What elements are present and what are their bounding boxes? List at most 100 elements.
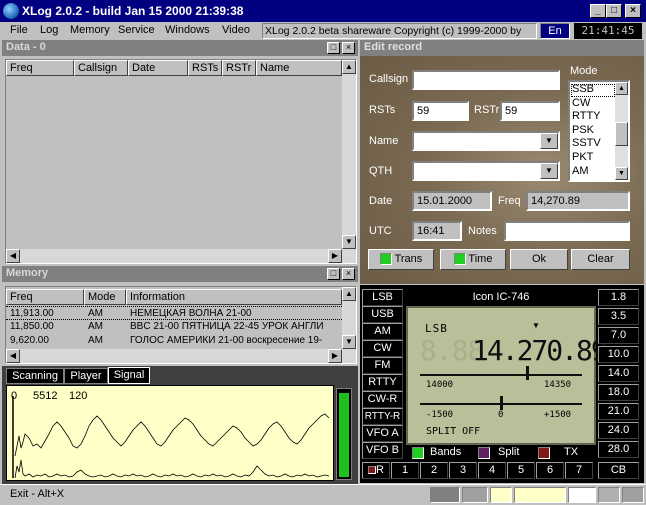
col-information[interactable]: Information xyxy=(126,289,342,305)
mode-option[interactable]: CW xyxy=(572,97,601,111)
mode-option[interactable]: AM xyxy=(572,165,601,179)
status-monitor-icon[interactable] xyxy=(598,487,620,503)
r-button[interactable]: R xyxy=(362,462,390,479)
utc-field[interactable]: 16:41 xyxy=(412,221,462,241)
status-blank-icon[interactable] xyxy=(568,487,596,503)
app-globe-icon[interactable] xyxy=(3,3,19,19)
freq-field[interactable]: 14,270.89 xyxy=(526,191,630,211)
scroll-right-icon[interactable]: ▶ xyxy=(328,249,342,263)
mode-lsb-button[interactable]: LSB xyxy=(362,289,403,306)
mode-cw-button[interactable]: CW xyxy=(362,340,403,357)
table-row[interactable]: 11,850.00 AM BBC 21-00 ПЯТНИЦА 22-45 УРО… xyxy=(6,320,342,334)
band-button[interactable]: 10.0 xyxy=(598,346,639,363)
col-callsign[interactable]: Callsign xyxy=(74,60,128,76)
status-indicator-icon[interactable] xyxy=(430,487,460,503)
minimize-button[interactable]: _ xyxy=(590,4,606,18)
horizontal-scrollbar[interactable]: ◀ ▶ xyxy=(6,349,342,363)
col-freq[interactable]: Freq xyxy=(6,289,84,305)
rsts-field[interactable]: 59 xyxy=(412,101,469,121)
col-date[interactable]: Date xyxy=(128,60,188,76)
language-indicator[interactable]: En xyxy=(540,23,570,39)
number-button[interactable]: 2 xyxy=(420,462,448,479)
tab-scanning[interactable]: Scanning xyxy=(6,368,64,384)
qth-dropdown-icon[interactable]: ▼ xyxy=(540,163,558,179)
restore-icon[interactable]: □ xyxy=(327,42,340,54)
vfo-a-button[interactable]: VFO A xyxy=(362,425,403,442)
number-button[interactable]: 5 xyxy=(507,462,535,479)
menu-service[interactable]: Service xyxy=(118,24,155,36)
status-signal-icon[interactable] xyxy=(514,487,566,503)
memory-grid[interactable]: Freq Mode Information 11,913.00 AM НЕМЕЦ… xyxy=(5,286,357,364)
mode-option[interactable]: PSK xyxy=(572,124,601,138)
table-row[interactable]: 11,913.00 AM НЕМЕЦКАЯ ВОЛНА 21-00 xyxy=(6,306,342,320)
band-button[interactable]: 7.0 xyxy=(598,327,639,344)
close-button[interactable]: × xyxy=(625,4,641,18)
data-grid[interactable]: Freq Callsign Date RSTs RSTr Name ▲ ▼ ◀ … xyxy=(5,59,357,264)
trans-button[interactable]: Trans xyxy=(368,249,434,270)
status-log-icon[interactable] xyxy=(490,487,512,503)
number-button[interactable]: 6 xyxy=(536,462,564,479)
number-button[interactable]: 7 xyxy=(565,462,593,479)
scroll-down-icon[interactable]: ▼ xyxy=(342,335,356,349)
scroll-right-icon[interactable]: ▶ xyxy=(328,349,342,363)
qth-combobox[interactable] xyxy=(412,161,560,181)
split-toggle[interactable]: Split xyxy=(498,446,519,458)
band-button[interactable]: 1.8 xyxy=(598,289,639,306)
col-mode[interactable]: Mode xyxy=(84,289,126,305)
mode-option[interactable]: SSTV xyxy=(572,137,601,151)
number-button[interactable]: 4 xyxy=(478,462,506,479)
band-button[interactable]: 18.0 xyxy=(598,384,639,401)
tab-signal[interactable]: Signal xyxy=(108,367,150,384)
bands-toggle[interactable]: Bands xyxy=(430,446,461,458)
tab-player[interactable]: Player xyxy=(64,368,108,384)
number-button[interactable]: 1 xyxy=(391,462,419,479)
maximize-button[interactable]: □ xyxy=(606,4,622,18)
band-button[interactable]: 28.0 xyxy=(598,441,639,458)
scroll-down-icon[interactable]: ▼ xyxy=(342,235,356,249)
ok-button[interactable]: Ok xyxy=(510,249,568,270)
col-freq[interactable]: Freq xyxy=(6,60,74,76)
table-row[interactable]: 9,620.00 AM ГОЛОС АМЕРИКИ 21-00 воскресе… xyxy=(6,334,342,348)
vfo-b-button[interactable]: VFO B xyxy=(362,442,403,459)
close-icon[interactable]: × xyxy=(342,268,355,280)
col-rstr[interactable]: RSTr xyxy=(222,60,256,76)
scroll-up-icon[interactable]: ▲ xyxy=(342,287,356,301)
menu-log[interactable]: Log xyxy=(40,24,58,36)
menu-windows[interactable]: Windows xyxy=(165,24,210,36)
scroll-up-icon[interactable]: ▲ xyxy=(342,60,356,74)
rstr-field[interactable]: 59 xyxy=(500,101,560,121)
restore-icon[interactable]: □ xyxy=(327,268,340,280)
bands-led-icon[interactable] xyxy=(412,447,424,459)
time-button[interactable]: Time xyxy=(440,249,506,270)
notes-field[interactable] xyxy=(504,221,630,241)
signal-spectrum[interactable]: 0 5512 120 xyxy=(6,385,334,481)
menu-memory[interactable]: Memory xyxy=(70,24,110,36)
mode-usb-button[interactable]: USB xyxy=(362,306,403,323)
status-grid-icon[interactable] xyxy=(462,487,488,503)
vertical-scrollbar[interactable]: ▲ ▼ xyxy=(342,60,356,263)
vertical-scrollbar[interactable]: ▲ ▼ xyxy=(342,287,356,363)
band-button[interactable]: 3.5 xyxy=(598,308,639,325)
status-window-icon[interactable] xyxy=(622,487,644,503)
mode-option[interactable]: PKT xyxy=(572,151,601,165)
scroll-left-icon[interactable]: ◀ xyxy=(6,249,20,263)
number-button[interactable]: 3 xyxy=(449,462,477,479)
mode-option[interactable]: RTTY xyxy=(572,110,601,124)
mode-fm-button[interactable]: FM xyxy=(362,357,403,374)
mode-am-button[interactable]: AM xyxy=(362,323,403,340)
menu-file[interactable]: File xyxy=(10,24,28,36)
scroll-left-icon[interactable]: ◀ xyxy=(6,349,20,363)
col-name[interactable]: Name xyxy=(256,60,342,76)
mode-scrollbar[interactable]: ▲ ▼ xyxy=(615,82,628,180)
clear-button[interactable]: Clear xyxy=(571,249,630,270)
col-rsts[interactable]: RSTs xyxy=(188,60,222,76)
callsign-field[interactable] xyxy=(412,70,560,90)
tx-toggle[interactable]: TX xyxy=(564,446,578,458)
mode-option[interactable]: SSB xyxy=(572,83,601,97)
name-combobox[interactable] xyxy=(412,131,560,151)
menu-video[interactable]: Video xyxy=(222,24,250,36)
scroll-thumb[interactable] xyxy=(615,122,628,146)
tx-led-icon[interactable] xyxy=(538,447,550,459)
mode-cw-r-button[interactable]: CW-R xyxy=(362,391,403,408)
mode-rtty-button[interactable]: RTTY xyxy=(362,374,403,391)
